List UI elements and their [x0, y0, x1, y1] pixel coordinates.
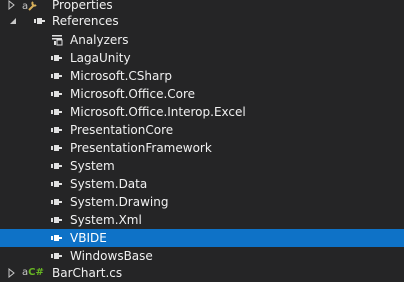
reference-label: System.Data	[70, 177, 148, 191]
tree-item-label: BarChart.cs	[52, 266, 123, 280]
reference-item-system[interactable]: System	[0, 157, 404, 175]
reference-label: Microsoft.Office.Core	[70, 87, 196, 101]
reference-label: PresentationCore	[70, 123, 174, 137]
svg-text:a: a	[22, 1, 28, 12]
reference-label: LagaUnity	[70, 51, 131, 65]
reference-label: System	[70, 159, 115, 173]
reference-item-microsoft-csharp[interactable]: Microsoft.CSharp	[0, 67, 404, 85]
reference-icon	[51, 127, 62, 133]
reference-icon	[51, 91, 62, 97]
expand-arrow-icon[interactable]	[7, 268, 17, 278]
reference-icon	[51, 73, 62, 79]
reference-label: VBIDE	[70, 231, 107, 245]
reference-item-system-drawing[interactable]: System.Drawing	[0, 193, 404, 211]
reference-item-presentationframework[interactable]: PresentationFramework	[0, 139, 404, 157]
analyzer-icon	[52, 35, 63, 46]
reference-label: Microsoft.CSharp	[70, 69, 172, 83]
reference-icon	[51, 253, 62, 259]
tree-item-label: References	[52, 14, 119, 28]
references-icon	[34, 18, 45, 24]
reference-icon	[51, 217, 62, 223]
reference-item-system-data[interactable]: System.Data	[0, 175, 404, 193]
reference-label: Analyzers	[70, 33, 129, 47]
reference-label: Microsoft.Office.Interop.Excel	[70, 105, 246, 119]
reference-icon	[51, 181, 62, 187]
reference-icon	[51, 55, 62, 61]
reference-item-vbide[interactable]: VBIDE	[0, 229, 404, 247]
collapse-arrow-icon[interactable]	[8, 16, 18, 26]
reference-item-lagaunity[interactable]: LagaUnity	[0, 49, 404, 67]
reference-label: PresentationFramework	[70, 141, 212, 155]
reference-item-microsoft-office-interop-excel[interactable]: Microsoft.Office.Interop.Excel	[0, 103, 404, 121]
reference-icon	[51, 163, 62, 169]
reference-item-windowsbase[interactable]: WindowsBase	[0, 247, 404, 265]
reference-icon	[51, 145, 62, 151]
reference-label: System.Xml	[70, 213, 142, 227]
reference-icon	[51, 109, 62, 115]
tree-item-barchart-cs[interactable]: aC# BarChart.cs	[0, 264, 404, 282]
tree-item-references[interactable]: References	[0, 12, 404, 30]
expand-arrow-icon[interactable]	[7, 0, 17, 10]
reference-item-system-xml[interactable]: System.Xml	[0, 211, 404, 229]
reference-item-analyzers[interactable]: Analyzers	[0, 31, 404, 49]
reference-label: WindowsBase	[70, 249, 153, 263]
reference-label: System.Drawing	[70, 195, 169, 209]
reference-icon	[51, 235, 62, 241]
reference-item-microsoft-office-core[interactable]: Microsoft.Office.Core	[0, 85, 404, 103]
reference-item-presentationcore[interactable]: PresentationCore	[0, 121, 404, 139]
reference-icon	[51, 199, 62, 205]
